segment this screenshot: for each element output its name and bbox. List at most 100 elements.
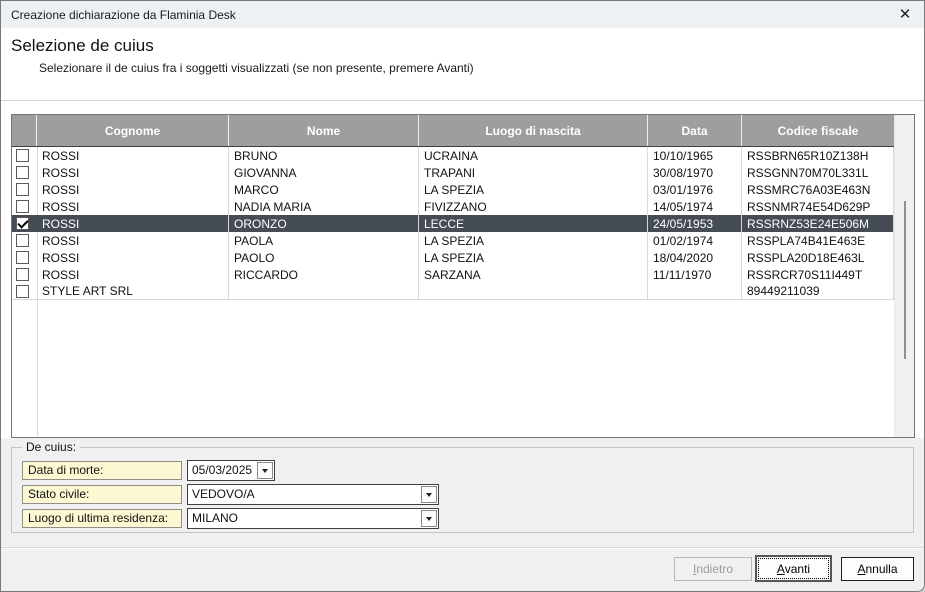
cell-cognome: ROSSI [37,249,229,266]
upper-panel: Selezione de cuius Selezionare il de cui… [1,28,924,438]
cell-cognome: ROSSI [37,232,229,249]
cell-cognome: STYLE ART SRL [37,283,229,299]
close-icon[interactable]: ✕ [894,4,916,24]
cell-data: 03/01/1976 [648,181,742,198]
cell-codice-fiscale: RSSGNN70M70L331L [742,164,894,181]
column-header-luogo[interactable]: Luogo di nascita [419,115,648,146]
column-header-checkbox[interactable] [12,115,37,146]
cell-codice-fiscale: RSSPLA74B41E463E [742,232,894,249]
cell-codice-fiscale: RSSRCR70S11I449T [742,266,894,283]
chevron-down-icon[interactable] [257,462,273,479]
checkbox-checked[interactable] [16,217,29,230]
cell-nome: PAOLO [229,249,419,266]
checkbox-unchecked[interactable] [16,149,29,162]
chevron-down-icon[interactable] [421,486,437,503]
column-header-nome[interactable]: Nome [229,115,419,146]
table-row[interactable]: ROSSIORONZOLECCE24/05/1953RSSRNZ53E24E50… [12,215,894,232]
cell-luogo [419,283,648,299]
column-header-codice-fiscale[interactable]: Codice fiscale [742,115,894,146]
chevron-down-icon[interactable] [421,510,437,527]
subjects-table-body: ROSSIBRUNOUCRAINA10/10/1965RSSBRN65R10Z1… [12,147,894,437]
cell-luogo: LA SPEZIA [419,249,648,266]
table-row[interactable]: ROSSINADIA MARIAFIVIZZANO14/05/1974RSSNM… [12,198,894,215]
cell-nome: BRUNO [229,147,419,164]
subjects-table-main: Cognome Nome Luogo di nascita Data Codic… [12,115,894,437]
indietro-button[interactable]: Indietro [674,557,752,581]
cell-nome: MARCO [229,181,419,198]
avanti-button[interactable]: Avanti [755,555,832,582]
cell-codice-fiscale: RSSMRC76A03E463N [742,181,894,198]
decuius-fieldset: De cuius: Data di morte: 05/03/2025 Stat… [11,447,914,533]
row-checkbox-cell [12,198,37,215]
cell-luogo: UCRAINA [419,147,648,164]
table-row[interactable]: STYLE ART SRL 89449211039 [12,283,894,300]
checkbox-unchecked[interactable] [16,183,29,196]
row-checkbox-cell [12,266,37,283]
table-row[interactable]: ROSSIBRUNOUCRAINA10/10/1965RSSBRN65R10Z1… [12,147,894,164]
dialog-window: Creazione dichiarazione da Flaminia Desk… [0,0,925,592]
cell-data: 01/02/1974 [648,232,742,249]
column-header-cognome[interactable]: Cognome [37,115,229,146]
cell-data: 11/11/1970 [648,266,742,283]
table-row[interactable]: ROSSIMARCOLA SPEZIA03/01/1976RSSMRC76A03… [12,181,894,198]
cell-nome: NADIA MARIA [229,198,419,215]
cell-cognome: ROSSI [37,266,229,283]
cell-cognome: ROSSI [37,215,229,232]
cell-cognome: ROSSI [37,198,229,215]
checkbox-unchecked[interactable] [16,166,29,179]
luogo-ultima-residenza-value: MILANO [188,509,420,528]
cell-data: 10/10/1965 [648,147,742,164]
column-header-data[interactable]: Data [648,115,742,146]
vertical-scrollbar[interactable] [894,115,914,437]
cell-cognome: ROSSI [37,164,229,181]
cell-cognome: ROSSI [37,147,229,164]
table-row[interactable]: ROSSIPAOLALA SPEZIA01/02/1974RSSPLA74B41… [12,232,894,249]
cell-codice-fiscale: RSSBRN65R10Z138H [742,147,894,164]
window-title: Creazione dichiarazione da Flaminia Desk [11,8,236,22]
data-di-morte-combobox[interactable]: 05/03/2025 [187,460,275,481]
cell-luogo: LECCE [419,215,648,232]
page-title: Selezione de cuius [11,36,154,56]
checkbox-unchecked[interactable] [16,285,29,298]
row-checkbox-cell [12,215,37,232]
annulla-button[interactable]: Annulla [841,557,914,581]
cell-codice-fiscale: RSSRNZ53E24E506M [742,215,894,232]
label-stato-civile: Stato civile: [22,485,182,504]
cell-data: 18/04/2020 [648,249,742,266]
label-data-di-morte: Data di morte: [22,461,182,480]
bottom-panel: De cuius: Data di morte: 05/03/2025 Stat… [1,438,924,592]
label-luogo-ultima-residenza: Luogo di ultima residenza: [22,509,182,528]
cell-luogo: LA SPEZIA [419,181,648,198]
checkbox-unchecked[interactable] [16,251,29,264]
cell-luogo: SARZANA [419,266,648,283]
table-row[interactable]: ROSSIRICCARDOSARZANA11/11/1970RSSRCR70S1… [12,266,894,283]
table-row[interactable]: ROSSIPAOLOLA SPEZIA18/04/2020RSSPLA20D18… [12,249,894,266]
cell-cognome: ROSSI [37,181,229,198]
row-checkbox-cell [12,147,37,164]
luogo-ultima-residenza-combobox[interactable]: MILANO [187,508,439,529]
stato-civile-combobox[interactable]: VEDOVO/A [187,484,439,505]
cell-nome [229,283,419,299]
scrollbar-thumb[interactable] [904,201,906,359]
cell-data [648,283,742,299]
stato-civile-value: VEDOVO/A [188,485,420,504]
row-checkbox-cell [12,283,37,299]
checkbox-unchecked[interactable] [16,268,29,281]
subjects-table-header: Cognome Nome Luogo di nascita Data Codic… [12,115,894,147]
cell-luogo: FIVIZZANO [419,198,648,215]
row-checkbox-cell [12,181,37,198]
cell-nome: RICCARDO [229,266,419,283]
cell-codice-fiscale: RSSNMR74E54D629P [742,198,894,215]
cell-nome: GIOVANNA [229,164,419,181]
data-di-morte-value: 05/03/2025 [188,461,256,480]
checkbox-unchecked[interactable] [16,200,29,213]
cell-codice-fiscale: 89449211039 [742,283,894,299]
cell-data: 14/05/1974 [648,198,742,215]
cell-data: 24/05/1953 [648,215,742,232]
table-row[interactable]: ROSSIGIOVANNATRAPANI30/08/1970RSSGNN70M7… [12,164,894,181]
page-subtitle: Selezionare il de cuius fra i soggetti v… [39,61,474,75]
row-checkbox-cell [12,249,37,266]
header-divider [1,100,924,102]
checkbox-unchecked[interactable] [16,234,29,247]
cell-data: 30/08/1970 [648,164,742,181]
